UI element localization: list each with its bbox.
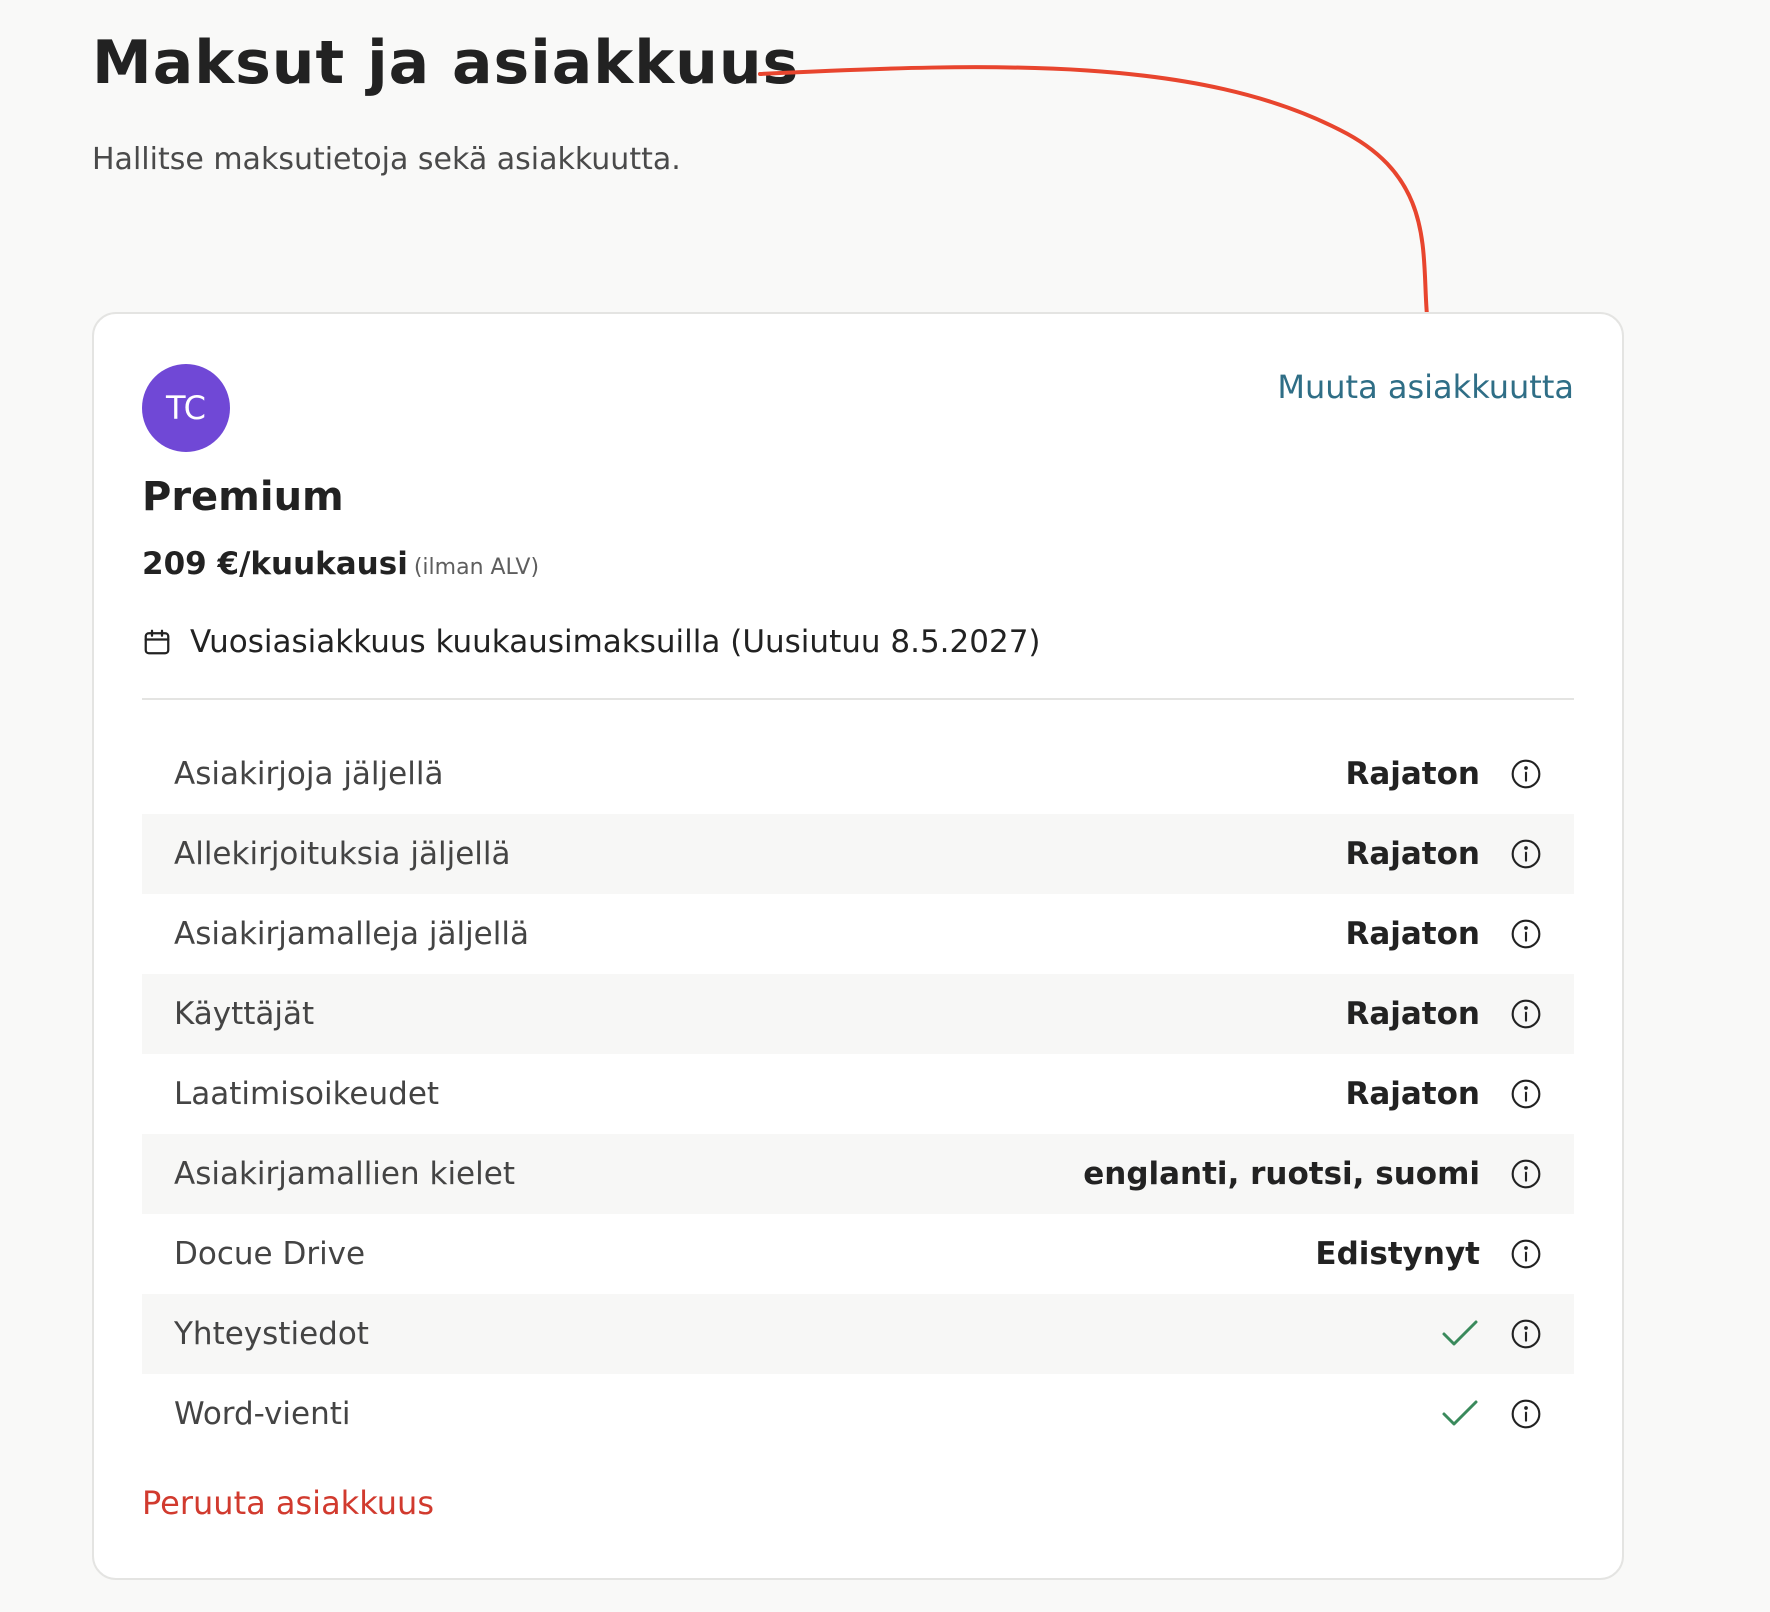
feature-label: Allekirjoituksia jäljellä xyxy=(174,836,511,872)
info-icon[interactable] xyxy=(1510,838,1542,870)
info-icon[interactable] xyxy=(1510,918,1542,950)
page-title: Maksut ja asiakkuus xyxy=(92,28,800,98)
check-icon xyxy=(1440,1318,1480,1350)
check-icon xyxy=(1440,1398,1480,1430)
info-icon[interactable] xyxy=(1510,1078,1542,1110)
feature-row: Allekirjoituksia jäljellä Rajaton xyxy=(142,814,1574,894)
feature-row: Käyttäjät Rajaton xyxy=(142,974,1574,1054)
feature-label: Laatimisoikeudet xyxy=(174,1076,440,1112)
feature-value: Edistynyt xyxy=(1315,1236,1480,1272)
info-icon[interactable] xyxy=(1510,1398,1542,1430)
divider xyxy=(142,698,1574,700)
feature-value: Rajaton xyxy=(1345,756,1480,792)
feature-label: Docue Drive xyxy=(174,1236,366,1272)
feature-label: Käyttäjät xyxy=(174,996,315,1032)
price-line: 209 €/kuukausi (ilman ALV) xyxy=(142,546,539,582)
info-icon[interactable] xyxy=(1510,998,1542,1030)
feature-list: Asiakirjoja jäljellä Rajaton Allekirjoit… xyxy=(142,734,1574,1454)
subscription-card: TC Muuta asiakkuutta Premium 209 €/kuuka… xyxy=(92,312,1624,1580)
feature-row: Word-vienti xyxy=(142,1374,1574,1454)
feature-label: Yhteystiedot xyxy=(174,1316,369,1352)
feature-value: Rajaton xyxy=(1345,836,1480,872)
avatar: TC xyxy=(142,364,230,452)
plan-name: Premium xyxy=(142,474,344,520)
billing-info: Vuosiasiakkuus kuukausimaksuilla (Uusiut… xyxy=(142,624,1041,660)
feature-label: Asiakirjoja jäljellä xyxy=(174,756,444,792)
feature-row: Asiakirjamalleja jäljellä Rajaton xyxy=(142,894,1574,974)
feature-row: Asiakirjoja jäljellä Rajaton xyxy=(142,734,1574,814)
feature-row: Yhteystiedot xyxy=(142,1294,1574,1374)
info-icon[interactable] xyxy=(1510,1238,1542,1270)
feature-row: Docue Drive Edistynyt xyxy=(142,1214,1574,1294)
info-icon[interactable] xyxy=(1510,1318,1542,1350)
info-icon[interactable] xyxy=(1510,1158,1542,1190)
vat-note: (ilman ALV) xyxy=(413,555,540,580)
feature-row: Laatimisoikeudet Rajaton xyxy=(142,1054,1574,1134)
feature-row: Asiakirjamallien kielet englanti, ruotsi… xyxy=(142,1134,1574,1214)
feature-label: Asiakirjamallien kielet xyxy=(174,1156,515,1192)
plan-price: 209 €/kuukausi xyxy=(142,546,408,582)
change-subscription-link[interactable]: Muuta asiakkuutta xyxy=(1277,368,1574,406)
calendar-icon xyxy=(144,629,170,655)
feature-label: Asiakirjamalleja jäljellä xyxy=(174,916,529,952)
cancel-subscription-link[interactable]: Peruuta asiakkuus xyxy=(142,1484,434,1522)
feature-value: englanti, ruotsi, suomi xyxy=(1083,1156,1480,1192)
feature-value: Rajaton xyxy=(1345,1076,1480,1112)
page-subtitle: Hallitse maksutietoja sekä asiakkuutta. xyxy=(92,142,681,177)
feature-label: Word-vienti xyxy=(174,1396,351,1432)
feature-value: Rajaton xyxy=(1345,916,1480,952)
feature-value: Rajaton xyxy=(1345,996,1480,1032)
info-icon[interactable] xyxy=(1510,758,1542,790)
billing-text: Vuosiasiakkuus kuukausimaksuilla (Uusiut… xyxy=(190,624,1041,660)
